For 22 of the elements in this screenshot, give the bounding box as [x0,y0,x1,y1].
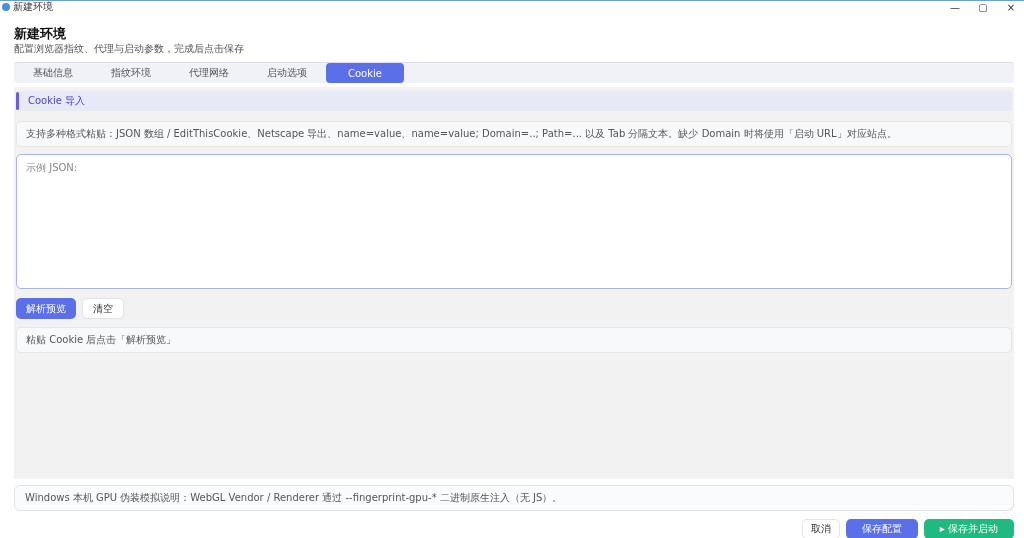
tab[interactable]: 指纹环境 [92,63,170,83]
window-title: 新建环境 [13,1,53,13]
action-button[interactable]: 清空 [82,298,124,319]
tab[interactable]: 启动选项 [248,63,326,83]
accent-bar [16,92,19,110]
tab[interactable]: 基础信息 [14,63,92,83]
cookie-input[interactable]: 示例 JSON: [16,154,1012,289]
window-control[interactable]: — [944,1,966,13]
status-message: 粘贴 Cookie 后点击「解析预览」 [16,327,1012,353]
page-subtitle: 配置浏览器指纹、代理与启动参数，完成后点击保存 [14,42,245,56]
tab[interactable]: 代理网络 [170,63,248,83]
tab[interactable]: Cookie [326,63,404,83]
action-button[interactable]: 解析预览 [16,298,76,319]
app-icon [2,3,10,11]
gpu-note: Windows 本机 GPU 伪装模拟说明：WebGL Vendor / Renderer 通过 --fingerprint-gpu-* 二进制原生注入（无 JS）。 [14,485,1014,511]
page-title: 新建环境 [14,26,67,41]
window-control[interactable]: ▢ [972,1,994,13]
window-control[interactable]: × [1000,1,1022,13]
footer-button[interactable]: 保存配置 [845,519,918,538]
info-note: 支持多种格式粘贴：JSON 数组 / EditThisCookie、Netscape 导出、name=value、name=value; Domain=..; Path=... 以及 Tab 分隔文本。缺少 Domain 时将使用「启动 URL」对应站点。 [16,121,1012,147]
footer-button[interactable]: 取消 [801,519,840,538]
section-title: Cookie 导入 [28,94,86,108]
